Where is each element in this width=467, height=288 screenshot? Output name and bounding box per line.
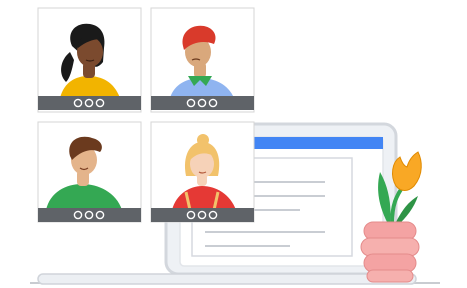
participant-tile-4 [150,121,255,223]
illustration-canvas [30,7,440,285]
participant-tile-2 [150,7,255,113]
vase-segment [363,253,417,273]
participant-tile-1 [37,7,142,113]
control-bar [38,96,141,110]
participant-tile-3 [37,121,142,223]
control-bar [151,208,254,222]
vase-segment [366,269,414,283]
vase-segment [363,221,417,241]
laptop-base [37,273,417,285]
control-bar [151,96,254,110]
control-bar [38,208,141,222]
hair-bun [197,134,209,146]
vase-segment [360,237,420,257]
